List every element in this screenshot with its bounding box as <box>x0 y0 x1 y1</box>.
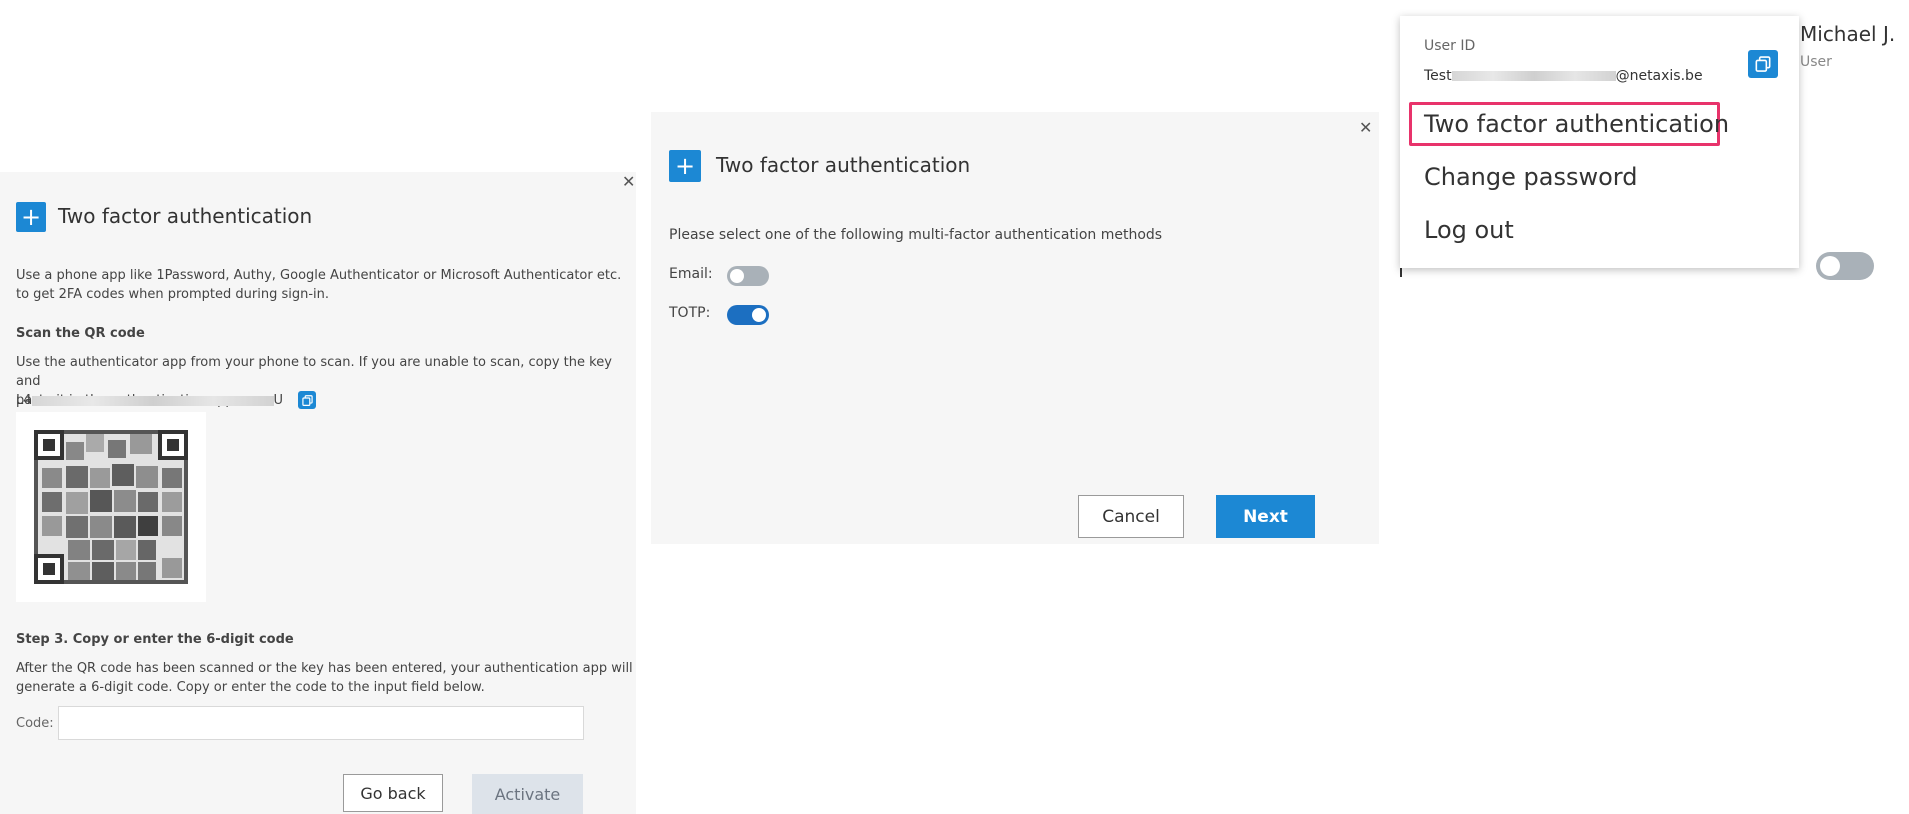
close-icon[interactable]: ✕ <box>622 174 635 190</box>
code-label: Code: <box>16 716 54 731</box>
copy-icon <box>1755 56 1771 72</box>
two-factor-setup-dialog: ✕ + Two factor authentication Use a phon… <box>0 172 636 814</box>
secret-key: L4 U <box>16 393 284 408</box>
scan-heading: Scan the QR code <box>16 326 145 341</box>
toggle-knob <box>730 269 744 283</box>
menu-item-log-out[interactable]: Log out <box>1424 216 1514 244</box>
copy-icon <box>301 394 313 406</box>
dialog-title: Two factor authentication <box>716 153 971 177</box>
user-id-value: Test @netaxis.be <box>1424 68 1703 84</box>
intro-text: Use a phone app like 1Password, Authy, G… <box>16 268 622 302</box>
user-id-label: User ID <box>1424 38 1476 54</box>
go-back-button[interactable]: Go back <box>343 774 443 812</box>
method-instruction: Please select one of the following multi… <box>669 227 1163 243</box>
menu-item-two-factor-authentication[interactable]: Two factor authentication <box>1424 110 1729 138</box>
toggle-knob <box>1820 256 1840 276</box>
step3-heading: Step 3. Copy or enter the 6-digit code <box>16 632 294 647</box>
activate-button[interactable]: Activate <box>472 774 583 814</box>
qr-code <box>16 412 206 602</box>
copy-key-button[interactable] <box>298 391 316 409</box>
totp-method-label: TOTP: <box>669 305 711 321</box>
qr-code-icon <box>16 412 206 602</box>
profile-role: User <box>1800 54 1832 70</box>
two-factor-method-dialog: ✕ + Two factor authentication Please sel… <box>651 112 1379 544</box>
user-dropdown-menu: User ID Test @netaxis.be Two factor authe… <box>1400 16 1799 268</box>
profile-name: Michael J. <box>1800 22 1896 46</box>
cancel-button[interactable]: Cancel <box>1078 495 1184 538</box>
copy-user-id-button[interactable] <box>1748 50 1778 78</box>
plus-icon: + <box>16 202 46 232</box>
dialog-title: Two factor authentication <box>58 204 313 228</box>
menu-item-change-password[interactable]: Change password <box>1424 163 1637 191</box>
redacted-user-id <box>1451 71 1616 81</box>
profile-toggle[interactable] <box>1816 252 1874 280</box>
email-method-label: Email: <box>669 266 713 282</box>
next-button[interactable]: Next <box>1216 495 1315 538</box>
email-method-toggle[interactable] <box>727 266 769 286</box>
toggle-knob <box>752 308 766 322</box>
code-input[interactable] <box>58 706 584 740</box>
totp-method-toggle[interactable] <box>727 305 769 325</box>
close-icon[interactable]: ✕ <box>1359 120 1372 136</box>
plus-icon: + <box>669 150 701 182</box>
step3-instructions: After the QR code has been scanned or th… <box>16 661 633 695</box>
redacted-key <box>31 395 274 406</box>
